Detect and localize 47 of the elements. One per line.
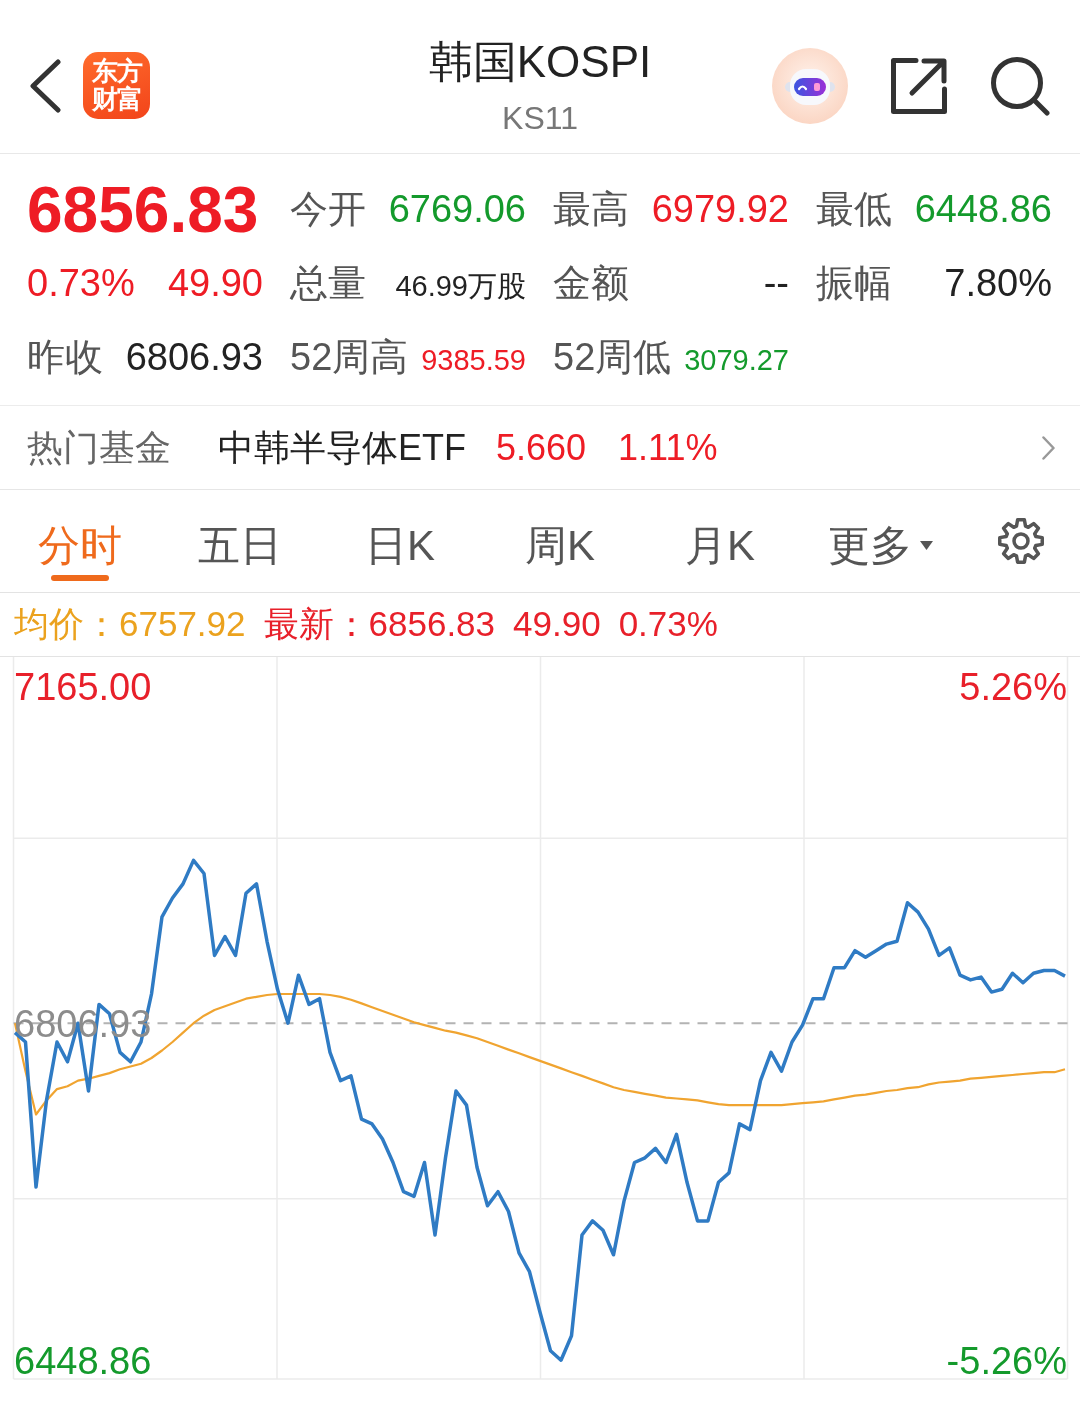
stat-label: 最高 (553, 190, 629, 230)
stat-value: 46.99万股 (395, 271, 526, 302)
stat-value: 6979.92 (651, 190, 789, 230)
stat-value: -- (763, 264, 789, 304)
share-icon[interactable] (890, 57, 948, 115)
stat-label: 振幅 (816, 264, 892, 304)
stat-value: 6806.93 (125, 338, 263, 378)
change-percent-text: 0.73% (618, 603, 718, 646)
stat-value: 3079.27 (684, 345, 789, 376)
change-amount: 49.90 (167, 264, 263, 304)
tab[interactable]: 日K (320, 490, 480, 592)
fund-name-link[interactable]: 中韩半导体ETF (218, 420, 466, 475)
tab[interactable]: 月K (640, 490, 800, 592)
price-value: 6856.83 (27, 178, 260, 242)
stat-label: 总量 (290, 264, 366, 304)
y-axis-label: 6448.86 (14, 1340, 152, 1381)
back-icon[interactable] (28, 58, 62, 113)
percent-axis-label: -5.26% (946, 1340, 1067, 1381)
average-price-text: 均价：6757.92 (14, 603, 246, 646)
stat-label: 今开 (290, 190, 366, 230)
change-amount-text: 49.90 (513, 603, 601, 646)
stat-label: 最低 (816, 190, 892, 230)
page-title: 韩国KOSPI (428, 36, 652, 88)
ticker-code: KS11 (502, 99, 578, 138)
stat-label: 52周低 (553, 338, 672, 378)
chevron-right-icon[interactable] (1042, 435, 1055, 460)
y-axis-label: 7165.00 (14, 666, 152, 709)
stat-value: 9385.59 (421, 345, 526, 376)
settings-icon[interactable] (997, 517, 1045, 565)
latest-price-text: 最新：6856.83 (263, 603, 496, 646)
stat-label: 金额 (553, 264, 629, 304)
stat-value: 6448.86 (914, 190, 1052, 230)
percent-axis-label: 5.26% (959, 666, 1067, 709)
fund-change: 1.11% (618, 425, 718, 470)
robot-icon[interactable] (772, 48, 848, 124)
change-percent: 0.73% (27, 264, 135, 304)
tab[interactable]: 周K (480, 490, 640, 592)
stat-value: 6769.06 (388, 190, 526, 230)
stat-value: 7.80% (944, 264, 1052, 304)
app-logo: 东方 财富 (83, 52, 150, 119)
tab[interactable]: 五日 (160, 490, 320, 592)
stat-label: 昨收 (27, 338, 103, 378)
stat-label: 52周高 (290, 338, 409, 378)
fund-price: 5.660 (496, 425, 587, 470)
section-label: 热门基金 (27, 425, 171, 470)
tab[interactable]: 更多 (800, 490, 960, 592)
search-icon[interactable] (990, 56, 1050, 116)
